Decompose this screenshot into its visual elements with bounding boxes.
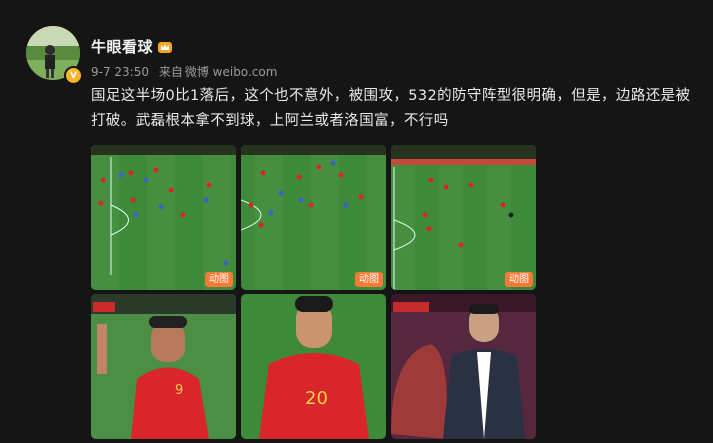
svg-text:20: 20 xyxy=(305,388,328,409)
crown-icon xyxy=(158,41,173,53)
verified-badge-icon: V xyxy=(64,66,83,85)
image-thumbnail[interactable]: 动图 xyxy=(391,145,536,290)
weibo-post: V 牛眼看球 9-7 23:50 来自 微博 weibo.com 国足这半场0比1… xyxy=(0,0,713,443)
post-source[interactable]: 微博 weibo.com xyxy=(185,65,278,79)
post-meta: 9-7 23:50 来自 微博 weibo.com xyxy=(91,63,283,80)
from-label: 来自 xyxy=(158,65,183,79)
author-name[interactable]: 牛眼看球 xyxy=(91,36,153,57)
gif-badge: 动图 xyxy=(505,272,533,287)
image-grid: 动图 动图 动图 9 20 xyxy=(91,145,537,439)
image-thumbnail[interactable] xyxy=(391,294,536,439)
image-thumbnail[interactable]: 动图 xyxy=(91,145,236,290)
post-text: 国足这半场0比1落后，这个也不意外，被围攻，532的防守阵型很明确，但是，边路还… xyxy=(91,88,691,129)
image-thumbnail[interactable]: 20 xyxy=(241,294,386,439)
image-thumbnail[interactable]: 9 xyxy=(91,294,236,439)
svg-text:9: 9 xyxy=(175,383,183,398)
image-thumbnail[interactable]: 动图 xyxy=(241,145,386,290)
gif-badge: 动图 xyxy=(205,272,233,287)
gif-badge: 动图 xyxy=(355,272,383,287)
post-time[interactable]: 9-7 23:50 xyxy=(91,65,149,79)
